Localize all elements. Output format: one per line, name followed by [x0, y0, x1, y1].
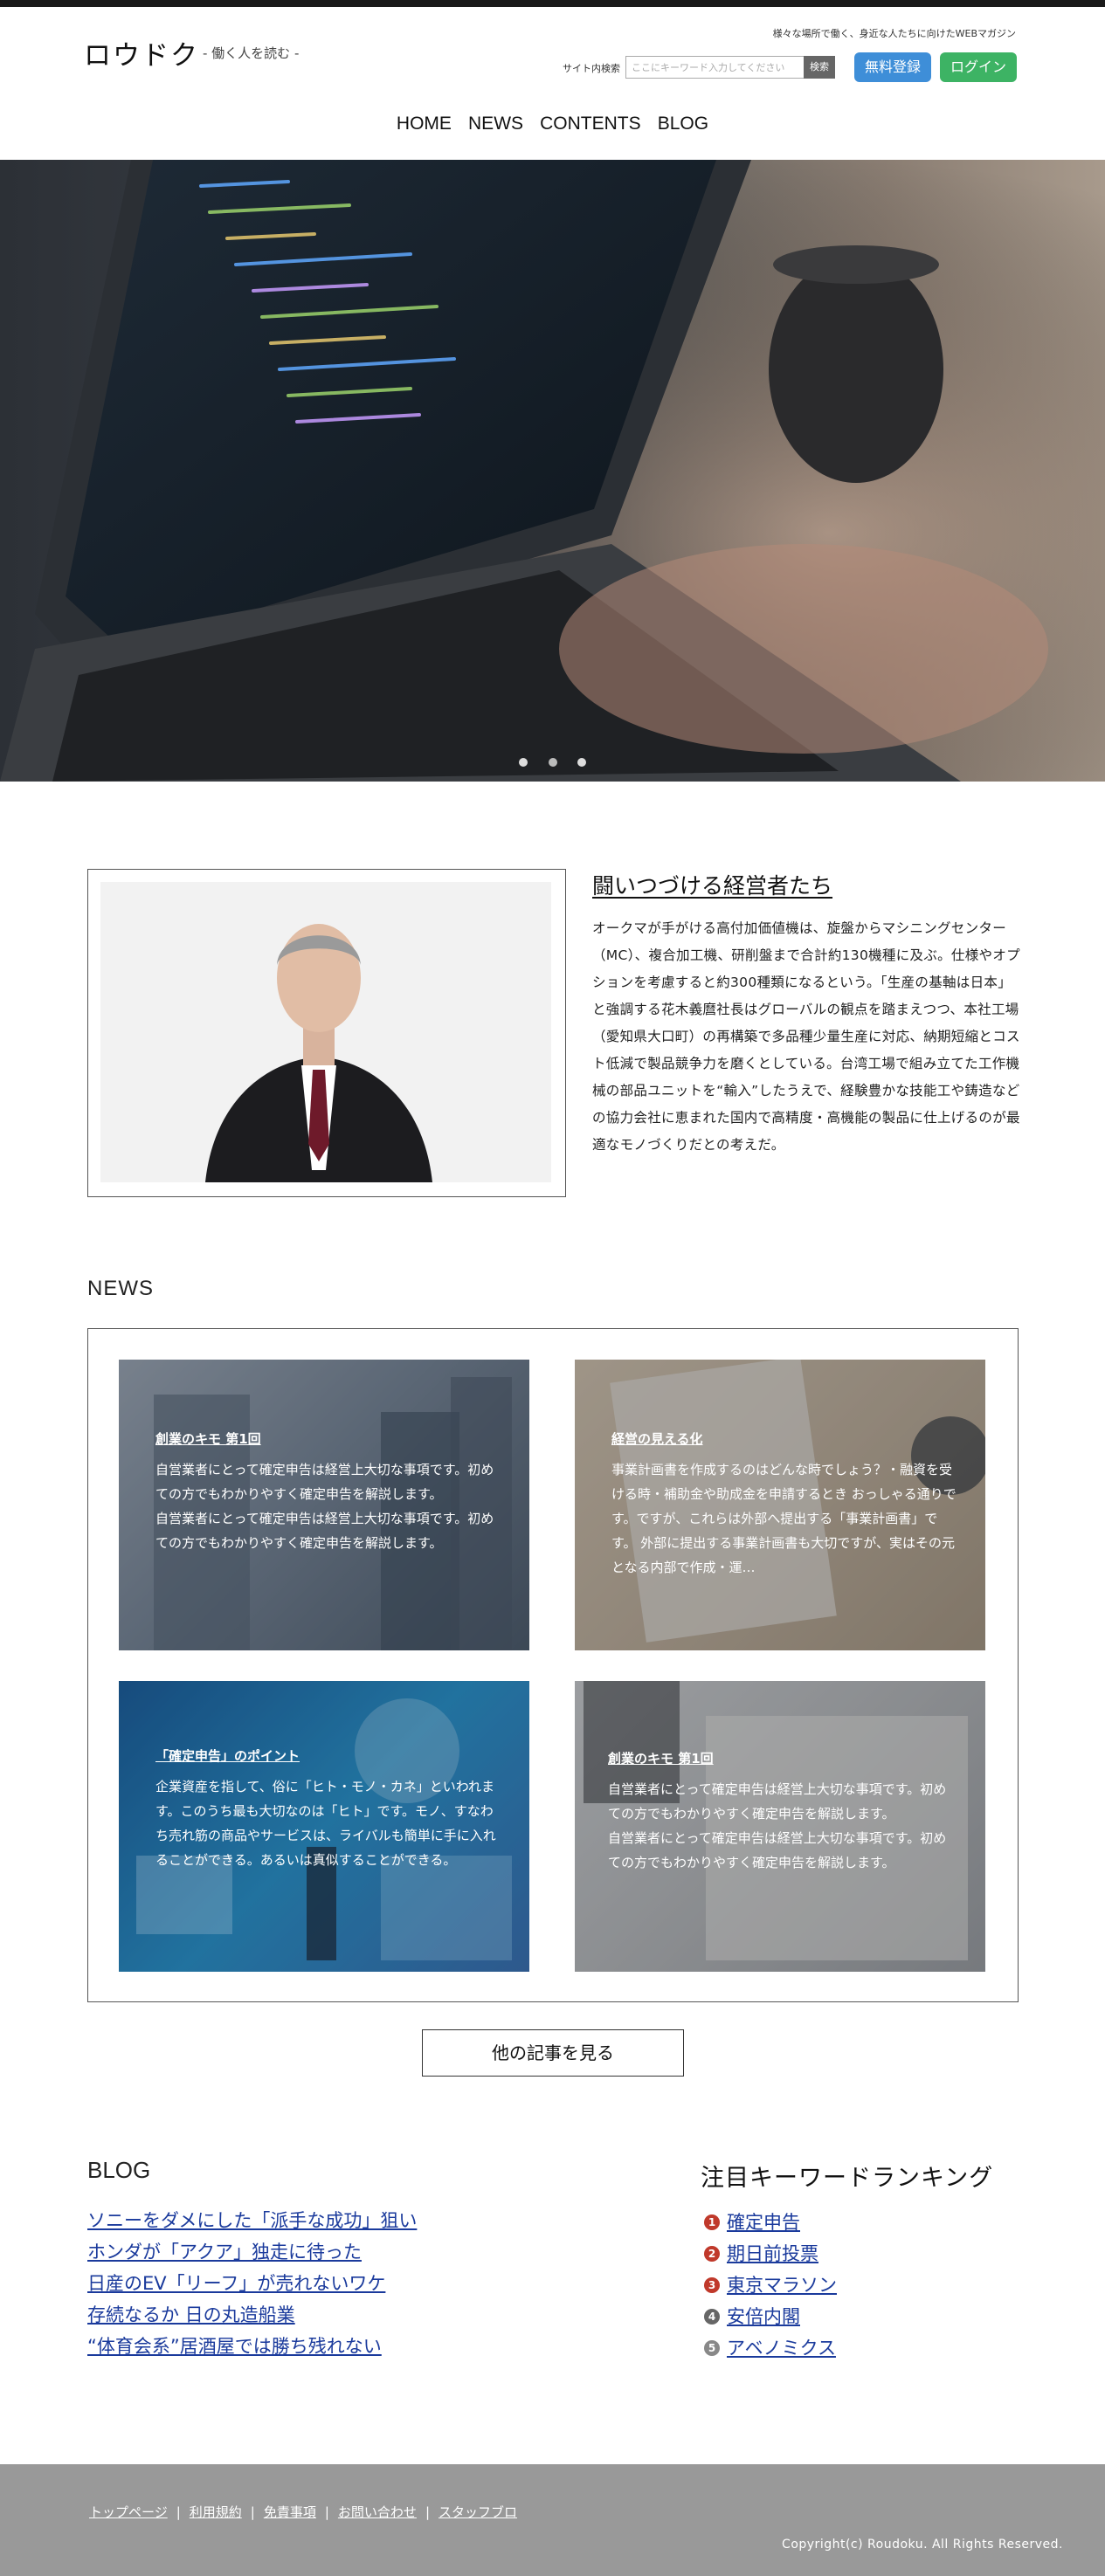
footer-link-contact[interactable]: お問い合わせ: [338, 2504, 417, 2520]
search-label: サイト内検索: [563, 63, 620, 74]
news-heading: NEWS: [87, 1277, 154, 1300]
feature-title[interactable]: 闘いつづける経営者たち: [592, 869, 832, 900]
blog-heading: BLOG: [87, 2157, 151, 2183]
site-logo[interactable]: ロウドク: [84, 33, 199, 72]
footer: トップページ | 利用規約 | 免責事項 | お問い合わせ | スタッフブロ Copyright…: [0, 2464, 1105, 2576]
news-card-1-line-2: 自営業者にとって確定申告は経営上大切な事項です。初めての方でもわかりやすく確定申…: [155, 1511, 494, 1551]
ranking-item: 4 安倍内閣: [704, 2301, 837, 2332]
feature-image-frame[interactable]: [87, 869, 566, 1197]
ranking-link-5[interactable]: アベノミクス: [727, 2332, 836, 2364]
ranking-link-3[interactable]: 東京マラソン: [727, 2269, 837, 2301]
rank-badge-icon: 4: [704, 2309, 720, 2325]
feature-photo: [100, 882, 551, 1182]
footer-separator: |: [324, 2504, 329, 2520]
slider-dot-2[interactable]: [548, 758, 557, 767]
news-card-2-title[interactable]: 経営の見える化: [611, 1429, 703, 1448]
news-card-4[interactable]: 創業のキモ 第1回 自営業者にとって確定申告は経営上大切な事項です。初めての方で…: [575, 1681, 985, 1972]
slider-dot-1[interactable]: [519, 758, 528, 767]
hero-laptop-image: [0, 160, 1105, 782]
news-card-3-line-1: 企業資産を指して、俗に「ヒト・モノ・カネ」といわれます。このうち最も大切なのは「…: [155, 1779, 496, 1868]
blog-link-5[interactable]: “体育会系”居酒屋では勝ち残れない: [87, 2336, 382, 2357]
feature-body: オークマが手がける高付加価値機は、旋盤からマシニングセンター（MC）、複合加工機…: [592, 920, 1020, 1153]
slider-dot-3[interactable]: [577, 758, 586, 767]
news-card-1-line-1: 自営業者にとって確定申告は経営上大切な事項です。初めての方でもわかりやすく確定申…: [155, 1462, 494, 1502]
news-card-2-text: 事業計画書を作成するのはどんな時でしょう？・融資を受ける時・補助金や助成金を申請…: [611, 1457, 961, 1580]
list-item: 日産のEV「リーフ」が売れないワケ: [87, 2268, 417, 2299]
ranking-item: 3 東京マラソン: [704, 2269, 837, 2301]
ranking-item: 1 確定申告: [704, 2207, 837, 2238]
register-button[interactable]: 無料登録: [854, 52, 931, 82]
nav-blog[interactable]: BLOG: [658, 114, 708, 134]
copyright: Copyright(c) Roudoku. All Rights Reserve…: [782, 2538, 1063, 2552]
footer-separator: |: [425, 2504, 430, 2520]
news-card-1-text: 自営業者にとって確定申告は経営上大切な事項です。初めての方でもわかりやすく確定申…: [155, 1457, 505, 1555]
list-item: ソニーをダメにした「派手な成功」狙い: [87, 2205, 417, 2236]
nav-home[interactable]: HOME: [397, 114, 452, 134]
rank-badge-icon: 2: [704, 2246, 720, 2262]
blog-link-1[interactable]: ソニーをダメにした「派手な成功」狙い: [87, 2210, 417, 2231]
footer-link-terms[interactable]: 利用規約: [190, 2504, 242, 2520]
ranking-link-2[interactable]: 期日前投票: [727, 2238, 818, 2269]
news-card-1[interactable]: 創業のキモ 第1回 自営業者にとって確定申告は経営上大切な事項です。初めての方で…: [119, 1360, 529, 1650]
nav-contents[interactable]: CONTENTS: [540, 114, 641, 134]
news-card-3-text: 企業資産を指して、俗に「ヒト・モノ・カネ」といわれます。このうち最も大切なのは「…: [155, 1774, 505, 1872]
businessman-image: [100, 882, 551, 1182]
ranking-list: 1 確定申告 2 期日前投票 3 東京マラソン 4 安倍内閣 5 アベノミクス: [704, 2207, 837, 2364]
footer-links: トップページ | 利用規約 | 免責事項 | お問い合わせ | スタッフブロ: [89, 2503, 517, 2521]
rank-badge-icon: 5: [704, 2340, 720, 2356]
search-input[interactable]: [625, 56, 805, 79]
main-nav: HOME NEWS CONTENTS BLOG: [0, 114, 1105, 134]
list-item: “体育会系”居酒屋では勝ち残れない: [87, 2331, 417, 2362]
search-button[interactable]: 検索: [804, 56, 835, 79]
blog-link-4[interactable]: 存続なるか 日の丸造船業: [87, 2304, 295, 2325]
hero-slider[interactable]: [0, 160, 1105, 782]
news-card-2-line-1: 事業計画書を作成するのはどんな時でしょう？・融資を受ける時・補助金や助成金を申請…: [611, 1462, 957, 1575]
footer-link-staff-blog[interactable]: スタッフブロ: [439, 2504, 517, 2520]
site-tagline: 様々な場所で働く、身近な人たちに向けたWEBマガジン: [772, 28, 1016, 39]
rank-badge-icon: 3: [704, 2277, 720, 2293]
blog-link-3[interactable]: 日産のEV「リーフ」が売れないワケ: [87, 2273, 385, 2294]
ranking-link-1[interactable]: 確定申告: [727, 2207, 800, 2238]
more-articles-button[interactable]: 他の記事を見る: [422, 2029, 684, 2077]
news-card-4-title[interactable]: 創業のキモ 第1回: [608, 1749, 714, 1767]
ranking-item: 5 アベノミクス: [704, 2332, 837, 2364]
blog-link-2[interactable]: ホンダが「アクア」独走に待った: [87, 2242, 362, 2263]
site-logo-subtitle: - 働く人を読む -: [203, 45, 300, 61]
footer-link-disclaimer[interactable]: 免責事項: [264, 2504, 316, 2520]
list-item: ホンダが「アクア」独走に待った: [87, 2236, 417, 2268]
news-card-3-title[interactable]: 「確定申告」のポイント: [155, 1746, 300, 1765]
rank-badge-icon: 1: [704, 2214, 720, 2230]
ranking-heading: 注目キーワードランキング: [701, 2165, 994, 2192]
list-item: 存続なるか 日の丸造船業: [87, 2299, 417, 2331]
footer-link-top[interactable]: トップページ: [89, 2504, 168, 2520]
footer-separator: |: [250, 2504, 255, 2520]
news-card-1-title[interactable]: 創業のキモ 第1回: [155, 1429, 261, 1448]
news-card-4-text: 自営業者にとって確定申告は経営上大切な事項です。初めての方でもわかりやすく確定申…: [608, 1777, 957, 1875]
news-card-2[interactable]: 経営の見える化 事業計画書を作成するのはどんな時でしょう？・融資を受ける時・補助…: [575, 1360, 985, 1650]
footer-separator: |: [176, 2504, 181, 2520]
ranking-link-4[interactable]: 安倍内閣: [727, 2301, 800, 2332]
news-card-4-line-2: 自営業者にとって確定申告は経営上大切な事項です。初めての方でもわかりやすく確定申…: [608, 1830, 947, 1870]
slider-dots: [0, 754, 1105, 770]
top-bar: [0, 0, 1105, 7]
nav-news[interactable]: NEWS: [468, 114, 523, 134]
blog-list: ソニーをダメにした「派手な成功」狙い ホンダが「アクア」独走に待った 日産のEV…: [87, 2205, 417, 2362]
news-grid: 創業のキモ 第1回 自営業者にとって確定申告は経営上大切な事項です。初めての方で…: [87, 1328, 1019, 2002]
news-card-3[interactable]: 「確定申告」のポイント 企業資産を指して、俗に「ヒト・モノ・カネ」といわれます。…: [119, 1681, 529, 1972]
ranking-item: 2 期日前投票: [704, 2238, 837, 2269]
login-button[interactable]: ログイン: [940, 52, 1017, 82]
news-card-4-line-1: 自営業者にとって確定申告は経営上大切な事項です。初めての方でもわかりやすく確定申…: [608, 1781, 947, 1822]
